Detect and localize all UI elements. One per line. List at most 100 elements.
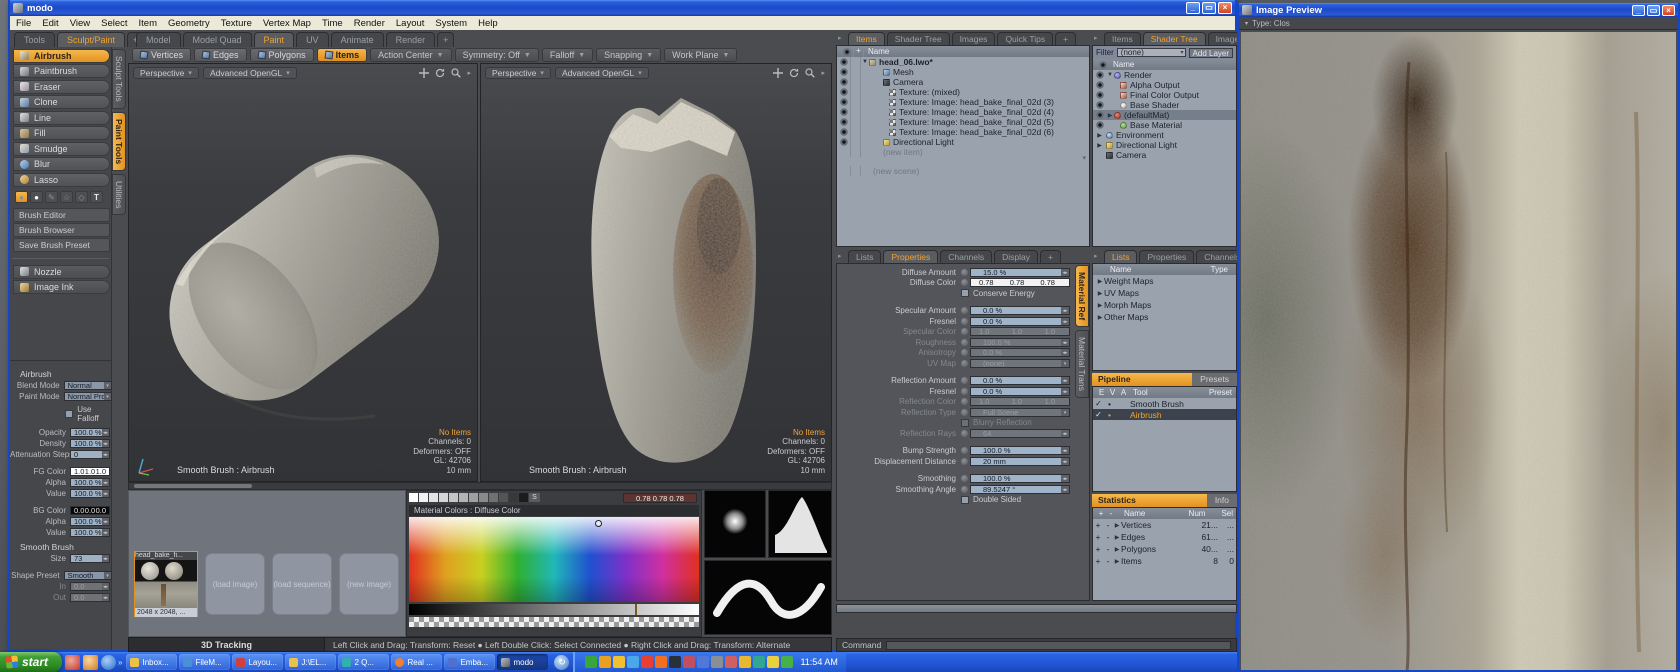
tab-tools[interactable]: Tools (14, 32, 55, 47)
side-tab-sculpt-tools[interactable]: Sculpt Tools (112, 49, 126, 109)
tab-channels[interactable]: Channels (1196, 250, 1237, 263)
swatch[interactable] (459, 493, 468, 502)
menu-texture[interactable]: Texture (221, 18, 252, 29)
alpha-checker-bar[interactable] (409, 617, 699, 627)
brush-browser-button[interactable]: Brush Browser (13, 223, 110, 237)
image-thumbnail-selected[interactable]: head_bake_fi... 2048 x 2048, ... (134, 551, 198, 617)
list-row-other-maps[interactable]: ▶Other Maps (1093, 311, 1236, 323)
shader-row-alpha-output[interactable]: Alpha Output (1093, 80, 1236, 90)
tab-quick-tips[interactable]: Quick Tips (997, 32, 1053, 45)
expand-arrow-icon[interactable]: ▶ (1096, 132, 1104, 139)
tool-eraser[interactable]: Eraser (13, 80, 110, 94)
fg-color-field[interactable]: 1.01.01.0 (70, 467, 110, 476)
tab-lists[interactable]: Lists (848, 250, 881, 263)
tray-icon[interactable] (753, 656, 765, 668)
list-row-weight-maps[interactable]: ▶Weight Maps (1093, 275, 1236, 287)
swatch[interactable] (519, 493, 528, 502)
viewport1-shading-dropdown[interactable]: Advanced OpenGL▾ (203, 67, 297, 79)
value-marker[interactable] (635, 604, 637, 615)
channel-dot-icon[interactable] (961, 307, 968, 314)
swatch[interactable] (429, 493, 438, 502)
expand-arrow-icon[interactable]: ▶ (1113, 534, 1121, 541)
falloff-dropdown[interactable]: Falloff▼ (542, 48, 593, 62)
visibility-eye-icon[interactable] (1096, 91, 1104, 99)
stat-row-edges[interactable]: +-▶Edges61...... (1093, 531, 1236, 543)
tab-material-trans[interactable]: Material Trans (1075, 330, 1089, 398)
enable-check-icon[interactable]: ✓ (1093, 399, 1104, 408)
color-value-field[interactable]: 0.78 0.78 0.78 (623, 493, 697, 503)
tray-icon[interactable] (599, 656, 611, 668)
statistics-title[interactable]: Statistics (1092, 494, 1207, 507)
tab-render[interactable]: Render (386, 32, 436, 47)
swatch[interactable] (449, 493, 458, 502)
smoothing-angle-field[interactable]: 89.5247 °◂▸ (970, 485, 1070, 494)
channel-dot-icon[interactable] (961, 486, 968, 493)
add-layer-button[interactable]: Add Layer (1189, 48, 1233, 58)
mode-edges-button[interactable]: Edges (194, 48, 247, 62)
tab-model-quad[interactable]: Model Quad (183, 32, 252, 47)
add-to-selection-button[interactable]: + (1093, 532, 1103, 542)
blend-mode-select[interactable]: Normal▾ (64, 381, 112, 390)
item-row-light[interactable]: Directional Light (837, 137, 1089, 147)
visibility-eye-icon[interactable] (840, 58, 848, 66)
expand-arrow-icon[interactable]: ▶ (1096, 278, 1104, 285)
shader-row-defaultmat[interactable]: ▶(defaultMat) (1093, 110, 1236, 120)
expand-arrow-icon[interactable]: ▶ (1113, 558, 1121, 565)
taskbar-window-quark[interactable]: 2 Q... (338, 654, 389, 670)
tab-items[interactable]: Items (1104, 32, 1141, 45)
modo-titlebar[interactable]: modo _ ▭ × (10, 0, 1235, 16)
item-row-camera[interactable]: Camera (837, 77, 1089, 87)
swatch[interactable] (469, 493, 478, 502)
visible-dot-icon[interactable]: • (1104, 410, 1115, 420)
tool-lasso[interactable]: Lasso (13, 173, 110, 187)
close-button[interactable]: × (1662, 5, 1675, 16)
list-row-uv-maps[interactable]: ▶UV Maps (1093, 287, 1236, 299)
start-button[interactable]: start (0, 652, 62, 672)
load-sequence-slot[interactable]: (load sequence) (272, 553, 332, 615)
spectrum-marker[interactable] (595, 520, 602, 527)
panel-nav-arrow-icon[interactable]: ▸ (1094, 34, 1098, 42)
maximize-button[interactable]: ▭ (1202, 2, 1216, 14)
item-row-texture-mixed[interactable]: Texture: (mixed) (837, 87, 1089, 97)
shader-row-final-color[interactable]: Final Color Output (1093, 90, 1236, 100)
tray-icon[interactable] (697, 656, 709, 668)
expand-arrow-icon[interactable]: ▶ (1096, 314, 1104, 321)
enable-check-icon[interactable]: ✓ (1093, 410, 1104, 419)
brush-editor-button[interactable]: Brush Editor (13, 208, 110, 222)
opacity-field[interactable]: 100.0 %◂▸ (70, 428, 110, 437)
expand-arrow-icon[interactable]: ▶ (1113, 522, 1121, 529)
filter-select[interactable]: (none)▾ (1117, 48, 1186, 57)
taskbar-clock[interactable]: 11:54 AM (800, 657, 837, 667)
tab-animate[interactable]: Animate (331, 32, 384, 47)
menu-vertex-map[interactable]: Vertex Map (263, 18, 311, 29)
visibility-eye-icon[interactable] (1096, 101, 1104, 109)
tray-volume-icon[interactable] (711, 656, 723, 668)
tab-shader-tree[interactable]: Shader Tree (1143, 32, 1206, 45)
swatch[interactable] (499, 493, 508, 502)
tool-blur[interactable]: Blur (13, 157, 110, 171)
mode-items-button[interactable]: Items (317, 48, 368, 62)
save-brush-preset-button[interactable]: Save Brush Preset (13, 238, 110, 252)
command-input[interactable] (886, 641, 1231, 650)
size-field[interactable]: 73◂▸ (70, 554, 110, 563)
tray-shield-icon[interactable] (613, 656, 625, 668)
shader-row-environment[interactable]: ▶Environment (1093, 130, 1236, 140)
visibility-eye-icon[interactable] (1096, 111, 1104, 119)
fresnel2-field[interactable]: 0.0 %◂▸ (970, 387, 1070, 396)
channel-dot-icon[interactable] (961, 377, 968, 384)
shader-row-render[interactable]: ▼Render (1093, 70, 1236, 80)
viewport-left[interactable]: Perspective▾ Advanced OpenGL▾ ▸ Smooth B… (128, 63, 478, 482)
visibility-eye-icon[interactable] (1096, 81, 1104, 89)
pipeline-title[interactable]: Pipeline (1092, 373, 1192, 386)
tool-clone[interactable]: Clone (13, 95, 110, 109)
tool-paintbrush[interactable]: Paintbrush (13, 64, 110, 78)
density-field[interactable]: 100.0 %◂▸ (70, 439, 110, 448)
tab-add-panel[interactable]: + (1040, 250, 1061, 263)
brush-tip-pen-button[interactable]: ✎ (45, 191, 58, 203)
menu-select[interactable]: Select (101, 18, 127, 29)
preview-titlebar[interactable]: Image Preview _ ▭ × (1239, 3, 1678, 17)
expand-arrow-icon[interactable]: ▶ (1096, 302, 1104, 309)
pipeline-row-airbrush[interactable]: ✓ • Airbrush (1093, 409, 1236, 420)
taskbar-window-embarcadero[interactable]: Emba... (444, 654, 495, 670)
smooth-brush-header[interactable]: Smooth Brush (20, 542, 112, 552)
